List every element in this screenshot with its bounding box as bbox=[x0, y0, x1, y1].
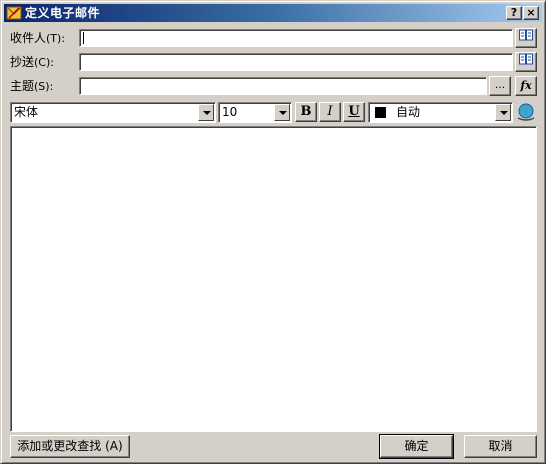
email-body-editor[interactable] bbox=[10, 126, 537, 432]
italic-button[interactable]: I bbox=[319, 102, 341, 122]
chevron-down-icon[interactable] bbox=[198, 104, 214, 121]
color-select[interactable]: 自动 bbox=[368, 102, 513, 123]
cancel-button[interactable]: 取消 bbox=[464, 435, 537, 458]
cc-address-book-button[interactable] bbox=[515, 52, 537, 72]
cc-field[interactable] bbox=[79, 53, 513, 71]
help-button[interactable]: ? bbox=[506, 6, 522, 20]
cc-label: 抄送(C): bbox=[10, 55, 54, 69]
text-caret bbox=[83, 32, 84, 44]
bold-button[interactable]: B bbox=[295, 102, 317, 122]
to-label: 收件人(T): bbox=[10, 31, 66, 45]
chevron-down-icon[interactable] bbox=[274, 104, 290, 121]
ellipsis-button[interactable]: ... bbox=[489, 76, 511, 96]
address-book-icon bbox=[519, 29, 533, 41]
email-app-icon bbox=[6, 6, 22, 20]
title-bar[interactable]: 定义电子邮件 ? × bbox=[4, 4, 542, 22]
subject-label: 主题(S): bbox=[10, 79, 54, 93]
underline-button[interactable]: U bbox=[343, 102, 365, 122]
address-book-icon bbox=[519, 53, 533, 65]
chevron-down-icon[interactable] bbox=[495, 104, 511, 121]
formula-button[interactable]: fx bbox=[515, 76, 537, 96]
add-or-change-lookup-button[interactable]: 添加或更改查找 (A) bbox=[10, 435, 130, 458]
window-title: 定义电子邮件 bbox=[25, 6, 101, 20]
font-select[interactable]: 宋体 bbox=[10, 102, 216, 123]
define-email-dialog: 定义电子邮件 ? × 收件人(T): 抄送(C): 主题(S): ... fx … bbox=[0, 0, 546, 464]
color-swatch bbox=[375, 107, 386, 118]
subject-field[interactable] bbox=[79, 77, 487, 95]
to-field[interactable] bbox=[79, 29, 513, 47]
globe-link-icon bbox=[517, 103, 535, 121]
to-address-book-button[interactable] bbox=[515, 28, 537, 48]
close-button[interactable]: × bbox=[523, 6, 539, 20]
ok-button[interactable]: 确定 bbox=[379, 434, 454, 459]
insert-link-button[interactable] bbox=[515, 102, 537, 122]
font-size-select[interactable]: 10 bbox=[218, 102, 292, 123]
